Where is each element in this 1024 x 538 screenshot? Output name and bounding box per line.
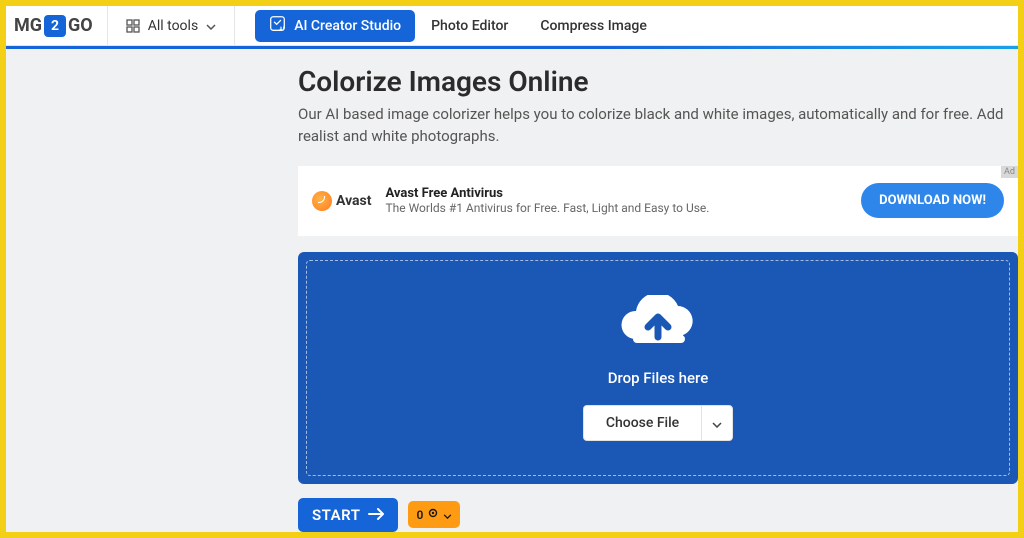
content: Colorize Images Online Our AI based imag…	[6, 49, 1018, 532]
settings-button[interactable]: 0	[408, 501, 460, 528]
page-title: Colorize Images Online	[298, 65, 1018, 98]
cloud-upload-icon	[613, 295, 703, 359]
choose-file-dropdown[interactable]	[701, 405, 733, 441]
ad-logo: Avast	[312, 191, 371, 211]
topbar: MG 2 GO All tools AI AI Creator Studio P…	[6, 6, 1018, 46]
ad-download-button[interactable]: DOWNLOAD NOW!	[861, 183, 1004, 218]
nav-photo-editor[interactable]: Photo Editor	[415, 18, 524, 34]
gear-icon	[427, 507, 439, 522]
app-frame: MG 2 GO All tools AI AI Creator Studio P…	[0, 0, 1024, 538]
ad-brand: Avast	[336, 193, 371, 209]
arrow-right-icon	[368, 506, 384, 524]
all-tools-label: All tools	[148, 18, 198, 34]
settings-count: 0	[416, 508, 423, 522]
choose-file-group: Choose File	[583, 405, 733, 441]
logo-go: GO	[68, 15, 93, 36]
grid-icon	[126, 19, 140, 33]
chevron-down-icon	[443, 508, 452, 522]
ad-text: Avast Free Antivirus The Worlds #1 Antiv…	[385, 186, 861, 215]
all-tools-menu[interactable]: All tools	[108, 6, 235, 45]
logo-num: 2	[44, 15, 66, 37]
start-button[interactable]: START	[298, 498, 398, 532]
chevron-down-icon	[712, 413, 722, 432]
svg-text:AI: AI	[279, 26, 284, 32]
dropzone[interactable]: Drop Files here Choose File	[298, 252, 1018, 484]
logo[interactable]: MG 2 GO	[6, 6, 108, 45]
ad-tag: Ad	[1001, 166, 1018, 178]
ad-sub: The Worlds #1 Antivirus for Free. Fast, …	[385, 201, 861, 215]
page-lead: Our AI based image colorizer helps you t…	[298, 104, 1018, 148]
ad-title: Avast Free Antivirus	[385, 186, 861, 201]
dropzone-inner: Drop Files here Choose File	[306, 260, 1010, 476]
logo-mg: MG	[14, 15, 42, 36]
ai-icon: AI	[269, 15, 286, 36]
avast-icon	[312, 191, 332, 211]
start-label: START	[312, 506, 360, 524]
chevron-down-icon	[206, 18, 216, 34]
ad-banner[interactable]: Ad Avast Avast Free Antivirus The Worlds…	[298, 166, 1018, 236]
drop-label: Drop Files here	[608, 369, 709, 387]
ai-creator-studio-button[interactable]: AI AI Creator Studio	[255, 10, 415, 42]
ai-studio-label: AI Creator Studio	[294, 18, 401, 34]
nav-compress-image[interactable]: Compress Image	[524, 18, 663, 34]
action-row: START 0	[298, 498, 1018, 532]
choose-file-button[interactable]: Choose File	[583, 405, 701, 441]
